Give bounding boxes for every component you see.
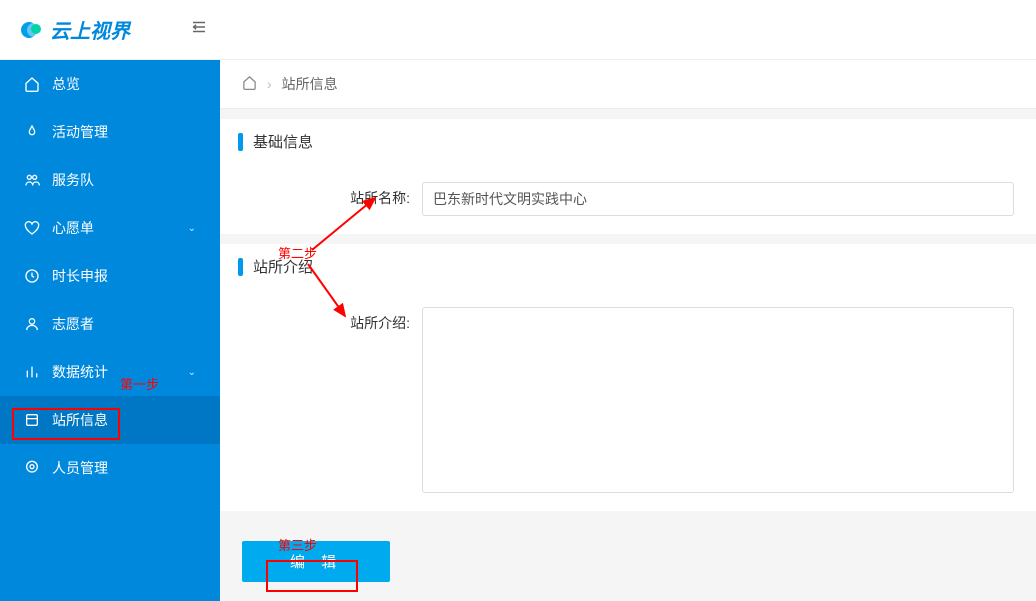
breadcrumb-separator: ›	[267, 76, 272, 92]
sidebar-item-volunteer[interactable]: 志愿者	[0, 300, 220, 348]
sidebar-item-label: 总览	[52, 74, 80, 94]
section-title-basic: 基础信息	[220, 119, 1036, 164]
sidebar-item-label: 心愿单	[52, 218, 94, 238]
brand-logo: 云上视界	[20, 15, 130, 44]
sidebar-item-overview[interactable]: 总览	[0, 60, 220, 108]
fire-icon	[24, 124, 40, 140]
sidebar-collapse-button[interactable]	[190, 18, 208, 41]
sidebar-item-label: 活动管理	[52, 122, 108, 142]
basic-info-panel: 基础信息 站所名称:	[220, 119, 1036, 234]
sidebar-item-label: 服务队	[52, 170, 94, 190]
people-icon	[24, 460, 40, 476]
main-content: › 站所信息 基础信息 站所名称: 站所介绍 站所介绍: 编 辑	[220, 60, 1036, 601]
heart-icon	[24, 220, 40, 236]
sidebar-item-label: 站所信息	[52, 410, 108, 430]
chevron-down-icon: ⌄	[188, 367, 196, 378]
breadcrumb-current: 站所信息	[282, 74, 338, 94]
site-intro-textarea[interactable]	[422, 307, 1014, 493]
annotation-step3-text: 第三步	[278, 535, 317, 554]
site-intro-label: 站所介绍:	[242, 307, 422, 333]
sidebar-item-service-team[interactable]: 服务队	[0, 156, 220, 204]
sidebar-item-site-info[interactable]: 站所信息	[0, 396, 220, 444]
header: 云上视界	[0, 0, 1036, 60]
sidebar-item-label: 志愿者	[52, 314, 94, 334]
brand-name: 云上视界	[50, 15, 130, 44]
annotation-step1-text: 第一步	[120, 374, 159, 393]
sidebar: 总览 活动管理 服务队 心愿单 ⌄ 时长申报 志愿者 数据统计 ⌄	[0, 60, 220, 601]
chart-icon	[24, 364, 40, 380]
sidebar-item-label: 时长申报	[52, 266, 108, 286]
sidebar-item-label: 人员管理	[52, 458, 108, 478]
clock-icon	[24, 268, 40, 284]
action-bar: 编 辑	[220, 511, 1036, 601]
team-icon	[24, 172, 40, 188]
breadcrumb: › 站所信息	[220, 60, 1036, 109]
sidebar-item-activity[interactable]: 活动管理	[0, 108, 220, 156]
site-name-label: 站所名称:	[242, 182, 422, 208]
intro-panel: 站所介绍 站所介绍:	[220, 244, 1036, 511]
user-icon	[24, 316, 40, 332]
section-title-intro: 站所介绍	[220, 244, 1036, 289]
form-row-name: 站所名称:	[220, 164, 1036, 234]
sidebar-item-wishlist[interactable]: 心愿单 ⌄	[0, 204, 220, 252]
chevron-down-icon: ⌄	[188, 223, 196, 234]
form-row-intro: 站所介绍:	[220, 289, 1036, 511]
brand-icon	[20, 18, 44, 42]
site-name-input[interactable]	[422, 182, 1014, 216]
section-title-text: 基础信息	[253, 131, 313, 152]
sidebar-item-statistics[interactable]: 数据统计 ⌄	[0, 348, 220, 396]
sidebar-item-personnel[interactable]: 人员管理	[0, 444, 220, 492]
home-icon	[24, 76, 40, 92]
annotation-step2-text: 第二步	[278, 243, 317, 262]
sidebar-item-hours[interactable]: 时长申报	[0, 252, 220, 300]
sidebar-item-label: 数据统计	[52, 362, 108, 382]
site-icon	[24, 412, 40, 428]
breadcrumb-home-icon[interactable]	[242, 75, 257, 93]
